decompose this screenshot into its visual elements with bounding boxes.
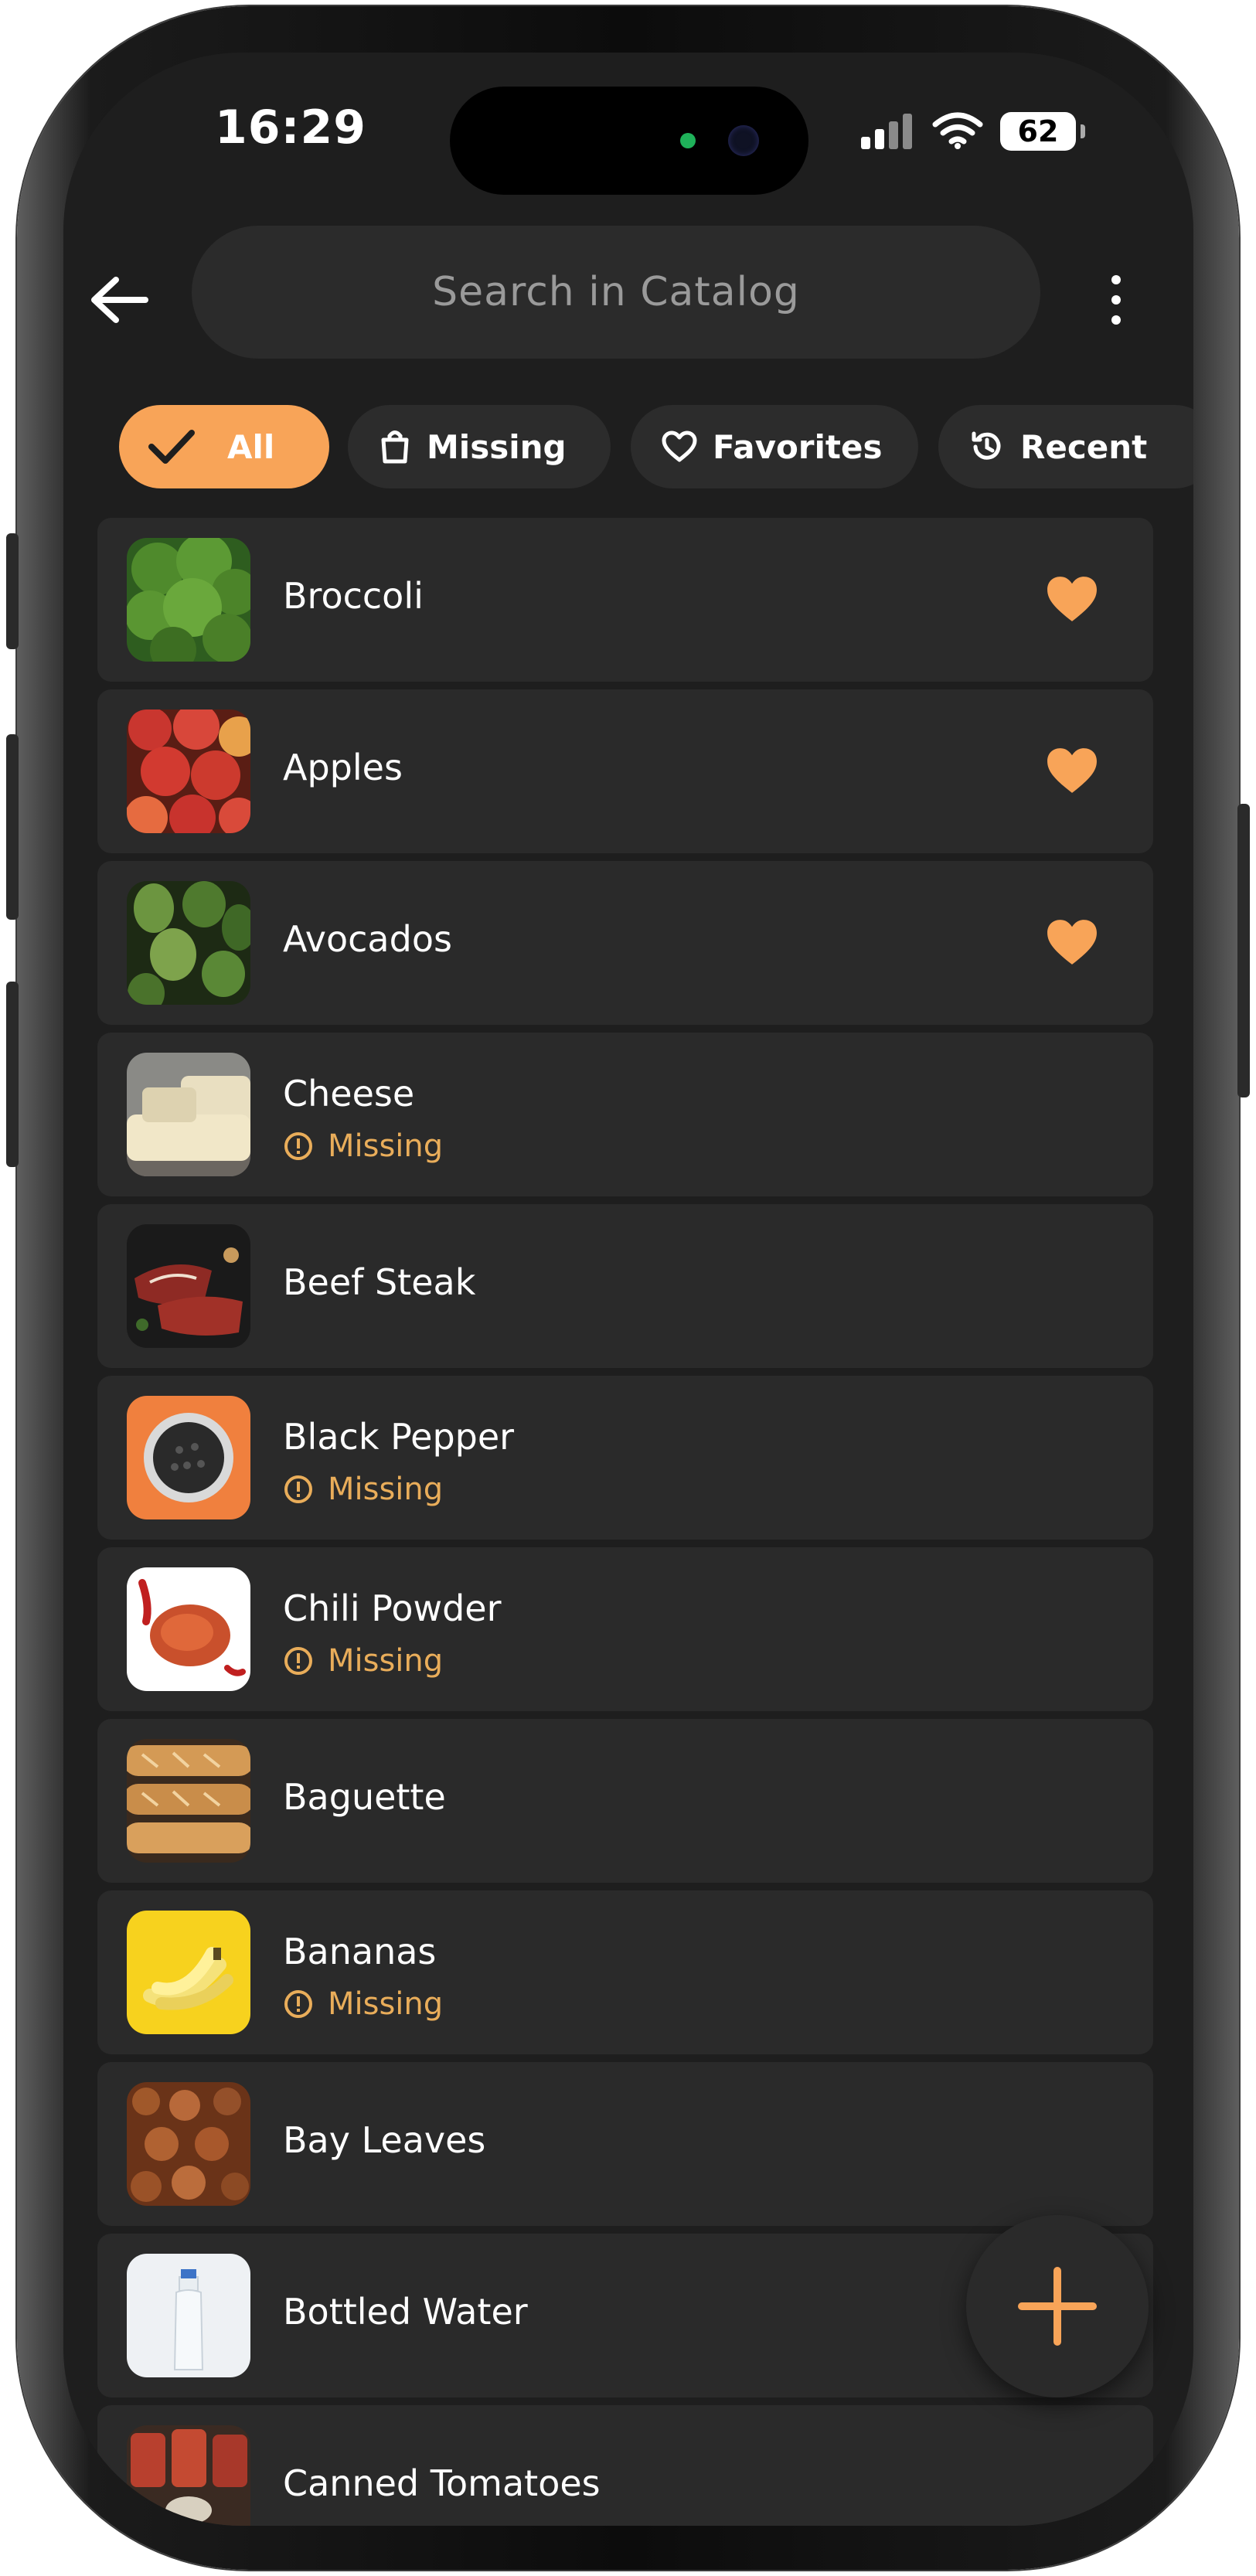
item-name: Beef Steak [283, 1261, 476, 1303]
back-button[interactable] [80, 261, 158, 339]
add-item-button[interactable] [966, 2215, 1149, 2397]
missing-status: Missing [283, 1986, 443, 2022]
item-thumbnail [127, 1567, 250, 1691]
cellular-signal-icon [861, 114, 912, 149]
filter-chip-label: Recent [1020, 427, 1148, 466]
alert-circle-icon [284, 1647, 312, 1675]
item-name: Bottled Water [283, 2291, 528, 2333]
item-name: Chili Powder [283, 1587, 502, 1629]
list-item[interactable]: Baguette [97, 1719, 1153, 1883]
item-name: Black Pepper [283, 1416, 515, 1458]
item-thumbnail [127, 1739, 250, 1863]
app-screen: 16:29 62 Search in Catalog All Missing F… [63, 53, 1193, 2526]
item-name: Canned Tomatoes [283, 2462, 601, 2504]
heart-outline-icon [662, 430, 697, 462]
item-thumbnail [127, 2254, 250, 2377]
front-camera-icon [728, 125, 759, 156]
arrow-left-icon [91, 277, 148, 323]
item-name: Bay Leaves [283, 2119, 486, 2161]
plus-icon [1018, 2267, 1097, 2346]
filter-chip-all[interactable]: All [119, 405, 329, 488]
history-icon [972, 431, 1001, 460]
list-item[interactable]: Avocados [97, 861, 1153, 1025]
list-item[interactable]: Bay Leaves [97, 2062, 1153, 2226]
item-name: Cheese [283, 1073, 415, 1114]
list-item[interactable]: Broccoli [97, 518, 1153, 682]
volume-up-button [6, 734, 19, 920]
dynamic-island [450, 87, 808, 195]
item-name: Broccoli [283, 575, 424, 617]
status-time: 16:29 [215, 100, 366, 155]
more-dot [1111, 315, 1121, 325]
missing-label: Missing [328, 1986, 444, 2022]
volume-down-button [6, 982, 19, 1167]
filter-chips: All Missing Favorites Recent [119, 405, 1193, 492]
check-icon [148, 430, 195, 464]
wifi-icon [932, 112, 983, 149]
item-thumbnail [127, 881, 250, 1005]
more-options-button[interactable] [1093, 261, 1139, 339]
list-item[interactable]: Beef Steak [97, 1204, 1153, 1368]
list-item[interactable]: Canned Tomatoes [97, 2405, 1153, 2526]
missing-label: Missing [328, 1472, 444, 1507]
power-button [1237, 804, 1250, 1097]
filter-chip-label: Missing [427, 427, 567, 466]
more-dot [1111, 275, 1121, 284]
list-item[interactable]: Chili Powder Missing [97, 1547, 1153, 1711]
action-button [6, 533, 19, 649]
item-thumbnail [127, 1053, 250, 1176]
filter-chip-missing[interactable]: Missing [348, 405, 611, 488]
item-thumbnail [127, 1224, 250, 1348]
item-thumbnail [127, 538, 250, 662]
status-bar: 16:29 62 [63, 53, 1193, 207]
alert-circle-icon [284, 1475, 312, 1503]
missing-status: Missing [283, 1128, 443, 1164]
search-input[interactable] [192, 225, 1040, 359]
filter-chip-label: All [227, 427, 275, 466]
list-item[interactable]: Apples [97, 689, 1153, 853]
item-thumbnail [127, 1396, 250, 1519]
camera-indicator-icon [680, 133, 696, 148]
missing-label: Missing [328, 1643, 444, 1679]
filter-chip-favorites[interactable]: Favorites [631, 405, 918, 488]
alert-circle-icon [284, 1990, 312, 2018]
search-bar[interactable] [192, 225, 1040, 359]
more-dot [1111, 295, 1121, 305]
list-item[interactable]: Bananas Missing [97, 1890, 1153, 2054]
status-indicators: 62 [859, 108, 1085, 155]
missing-status: Missing [283, 1643, 443, 1679]
item-name: Bananas [283, 1931, 437, 1972]
item-thumbnail [127, 2082, 250, 2206]
favorite-heart-icon[interactable] [1045, 572, 1099, 626]
filter-chip-recent[interactable]: Recent [938, 405, 1193, 488]
item-name: Baguette [283, 1776, 446, 1818]
list-item[interactable]: Cheese Missing [97, 1033, 1153, 1196]
item-thumbnail [127, 710, 250, 833]
missing-label: Missing [328, 1128, 444, 1164]
alert-circle-icon [284, 1132, 312, 1160]
item-name: Apples [283, 747, 403, 788]
shopping-bag-icon [381, 430, 409, 464]
favorite-heart-icon[interactable] [1045, 915, 1099, 969]
battery-indicator: 62 [1000, 112, 1085, 151]
item-name: Avocados [283, 918, 452, 960]
filter-chip-label: Favorites [713, 427, 883, 466]
favorite-heart-icon[interactable] [1045, 744, 1099, 798]
list-item[interactable]: Black Pepper Missing [97, 1376, 1153, 1540]
item-thumbnail [127, 2425, 250, 2526]
item-thumbnail [127, 1911, 250, 2034]
missing-status: Missing [283, 1472, 443, 1507]
